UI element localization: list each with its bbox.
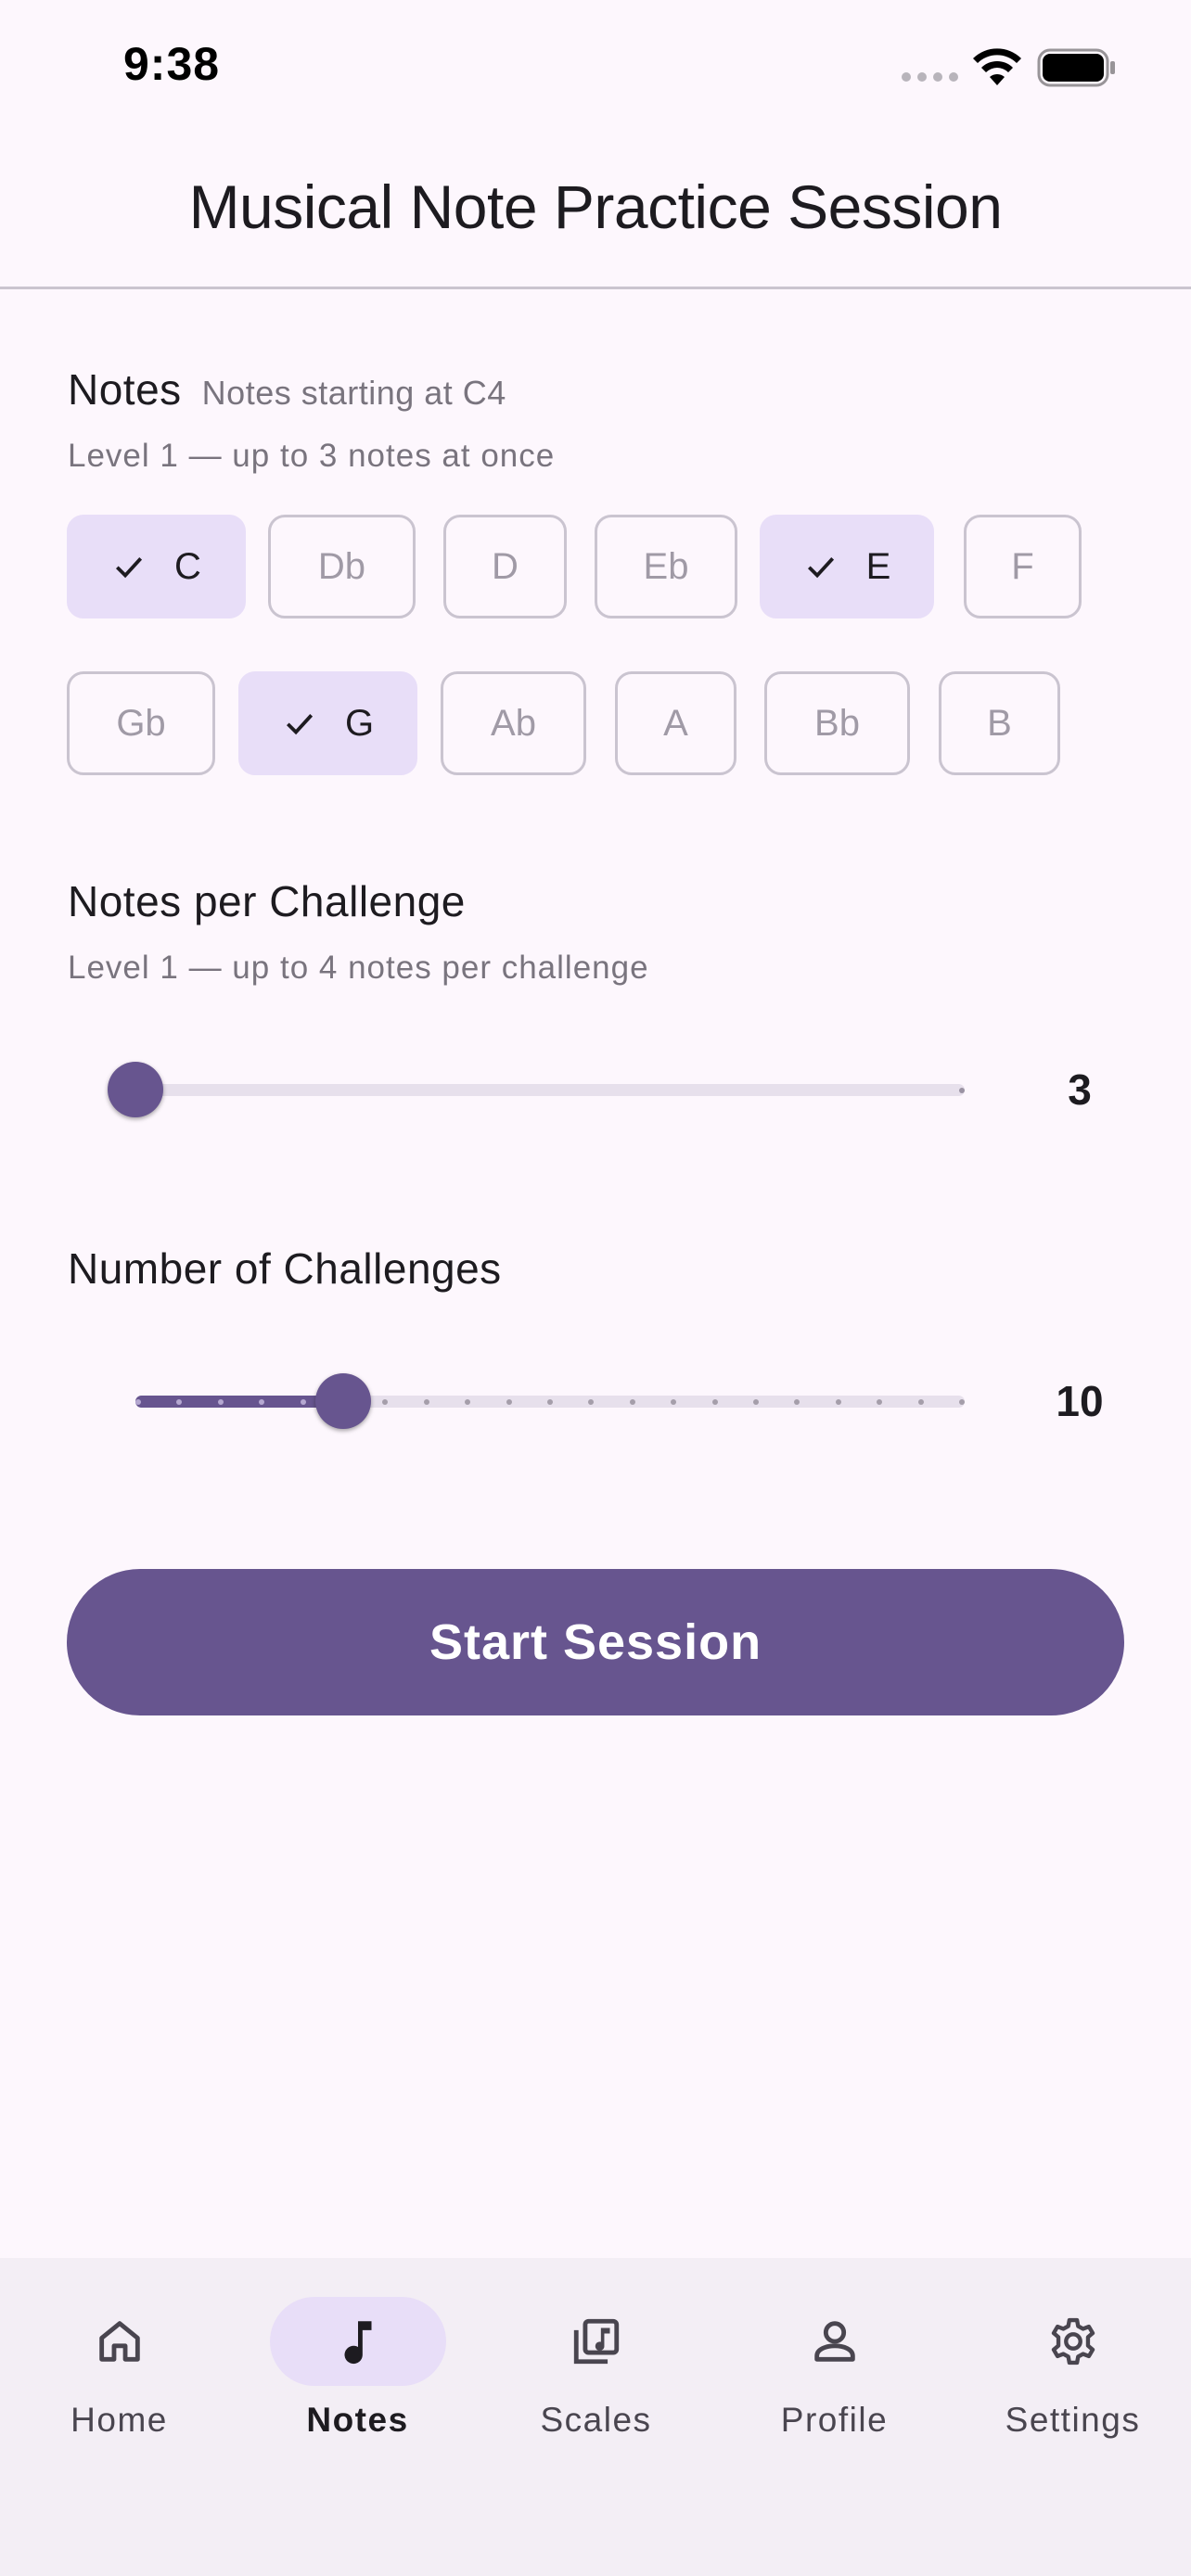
chip-label: F [1011, 545, 1034, 587]
slider-tick [506, 1399, 512, 1405]
note-chip-b[interactable]: B [939, 671, 1060, 775]
check-icon [286, 714, 314, 735]
slider-tick [629, 1399, 635, 1405]
chip-label: Ab [491, 702, 536, 744]
slider-tick [917, 1399, 924, 1405]
notes-per-challenge-slider[interactable] [108, 1057, 965, 1122]
note-chip-a[interactable]: A [615, 671, 736, 775]
nav-indicator [747, 2297, 923, 2386]
nav-indicator [508, 2297, 685, 2386]
notes-per-challenge-hint: Level 1 — up to 4 notes per challenge [68, 950, 649, 986]
cellular-signal-icon [902, 72, 958, 82]
chip-label: Eb [643, 545, 689, 587]
slider-end-tick [959, 1088, 965, 1093]
note-chip-bb[interactable]: Bb [764, 671, 910, 775]
number-of-challenges-title: Number of Challenges [68, 1244, 502, 1293]
number-of-challenges-slider[interactable] [121, 1369, 965, 1434]
person-icon [813, 2321, 855, 2362]
wifi-icon [973, 48, 1021, 85]
slider-track [135, 1084, 965, 1096]
nav-item-scales[interactable]: Scales [477, 2297, 715, 2464]
page-title: Musical Note Practice Session [188, 172, 1003, 241]
nav-item-notes[interactable]: Notes [238, 2297, 477, 2464]
slider-thumb[interactable] [314, 1373, 371, 1429]
slider-tick [135, 1399, 141, 1405]
gear-icon [1051, 2317, 1095, 2366]
slider-tick [711, 1399, 718, 1405]
status-bar: 9:38 [0, 0, 1191, 130]
slider-thumb[interactable] [108, 1062, 163, 1117]
note-chip-f[interactable]: F [964, 515, 1082, 618]
note-chip-e[interactable]: E [760, 515, 934, 618]
nav-indicator [985, 2297, 1161, 2386]
note-chip-eb[interactable]: Eb [595, 515, 737, 618]
nav-indicator [32, 2297, 208, 2386]
slider-tick [753, 1399, 759, 1405]
bottom-navigation: Home Notes Scales Profile Settings [0, 2258, 1191, 2576]
chip-label: G [344, 702, 375, 744]
music-library-icon [573, 2318, 619, 2365]
chip-label: A [663, 702, 688, 744]
chip-label: B [987, 702, 1012, 744]
note-chip-d[interactable]: D [443, 515, 567, 618]
chip-label: Bb [814, 702, 860, 744]
chip-label: Gb [116, 702, 166, 744]
note-chip-gb[interactable]: Gb [67, 671, 215, 775]
slider-active-track [135, 1396, 343, 1408]
slider-tick [959, 1399, 965, 1405]
notes-section-title: Notes Notes starting at C4 [68, 364, 506, 414]
notes-range-hint: Notes starting at C4 [201, 374, 506, 412]
nav-label: Profile [780, 2401, 889, 2439]
check-icon [807, 557, 834, 579]
start-session-button[interactable]: Start Session [67, 1569, 1124, 1715]
chip-label: C [174, 545, 201, 587]
app-bar: Musical Note Practice Session [0, 130, 1191, 287]
number-of-challenges-value: 10 [1056, 1377, 1104, 1425]
slider-tick [300, 1399, 306, 1405]
notes-per-challenge-value: 3 [1068, 1065, 1092, 1114]
app-bar-divider [0, 287, 1191, 289]
status-time: 9:38 [123, 38, 221, 90]
notes-title: Notes [68, 365, 182, 414]
note-chip-ab[interactable]: Ab [441, 671, 586, 775]
note-chip-g[interactable]: G [238, 671, 417, 775]
slider-tick [423, 1399, 429, 1405]
slider-tick [835, 1399, 841, 1405]
battery-icon [1037, 48, 1115, 87]
nav-label: Scales [540, 2401, 652, 2439]
nav-item-home[interactable]: Home [0, 2297, 238, 2464]
home-icon [98, 2321, 140, 2362]
chip-label: Db [317, 545, 366, 587]
nav-item-settings[interactable]: Settings [954, 2297, 1191, 2464]
note-chip-c[interactable]: C [67, 515, 246, 618]
slider-tick [217, 1399, 224, 1405]
music-note-icon [344, 2321, 371, 2365]
nav-label: Home [70, 2401, 168, 2439]
note-chip-db[interactable]: Db [268, 515, 416, 618]
notes-per-challenge-title: Notes per Challenge [68, 877, 466, 925]
nav-label: Notes [306, 2401, 409, 2439]
slider-tick [547, 1399, 553, 1405]
chip-label: D [492, 545, 519, 587]
notes-level-hint: Level 1 — up to 3 notes at once [68, 438, 556, 474]
nav-label: Settings [1005, 2401, 1141, 2439]
check-icon [116, 557, 143, 579]
chip-label: E [865, 545, 891, 587]
nav-indicator [269, 2297, 446, 2386]
nav-item-profile[interactable]: Profile [715, 2297, 954, 2464]
